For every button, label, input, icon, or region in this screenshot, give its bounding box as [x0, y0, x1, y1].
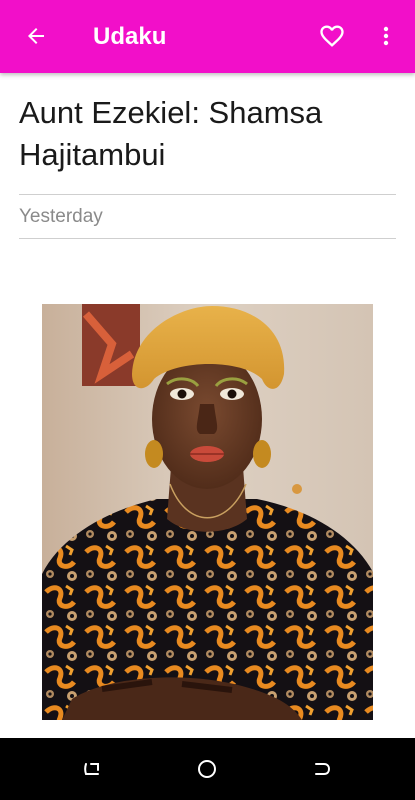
- article-date: Yesterday: [19, 206, 103, 227]
- article-photo[interactable]: [42, 304, 373, 720]
- nav-back-button[interactable]: [302, 749, 342, 789]
- favorite-button[interactable]: [310, 14, 354, 58]
- recents-button[interactable]: [72, 749, 112, 789]
- app-title: Udaku: [93, 23, 167, 50]
- system-navigation-bar: [0, 738, 415, 800]
- nav-back-icon: [315, 763, 331, 775]
- screen: Udaku Aunt Ezekiel: Shamsa Hajitambui Ye…: [0, 0, 415, 800]
- divider: [19, 238, 396, 239]
- recents-icon: [84, 763, 99, 775]
- article-headline: Aunt Ezekiel: Shamsa Hajitambui: [19, 95, 323, 172]
- portrait-illustration: [42, 304, 373, 720]
- arrow-back-icon: [28, 28, 44, 44]
- overflow-menu-button[interactable]: [364, 14, 408, 58]
- back-button[interactable]: [14, 14, 58, 58]
- divider: [19, 194, 396, 195]
- more-vert-icon: [383, 26, 389, 46]
- home-circle-icon: [198, 760, 216, 778]
- home-button[interactable]: [187, 749, 227, 789]
- app-bar: Udaku: [0, 0, 415, 73]
- heart-outline-icon: [320, 25, 344, 47]
